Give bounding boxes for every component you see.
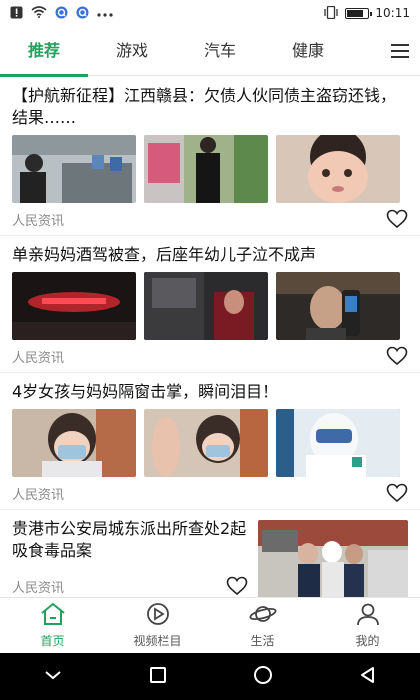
news-title[interactable]: 单亲妈妈酒驾被查，后座年幼儿子泣不成声 [12,244,408,266]
planet-icon [249,602,277,630]
battery-icon [345,7,373,19]
heart-icon[interactable] [386,483,408,503]
news-photo[interactable] [12,135,136,203]
news-item[interactable]: 贵港市公安局城东派出所查处2起吸食毒品案 人民资讯 [0,510,420,597]
chevron-down-icon[interactable] [43,667,63,686]
back-triangle-icon[interactable] [359,666,377,688]
news-source: 人民资讯 [12,213,65,229]
nav-home-label: 首页 [40,634,65,648]
q-app-icon-2 [76,6,89,21]
news-item[interactable]: 4岁女孩与妈妈隔窗击掌，瞬间泪目！ 人民资讯 [0,373,420,510]
tab-games[interactable]: 游戏 [88,26,176,76]
nav-me-label: 我的 [355,634,380,648]
news-photo[interactable] [276,409,400,477]
hamburger-menu-icon[interactable] [380,26,420,76]
clock-time: 10:11 [375,6,410,20]
heart-icon[interactable] [386,346,408,366]
bottom-navigation: 首页 视频栏目 生活 我的 [0,597,420,653]
more-dots-icon [97,7,113,19]
nav-life-label: 生活 [250,634,275,648]
news-photo[interactable] [276,135,400,203]
nav-life[interactable]: 生活 [210,598,315,653]
nav-video[interactable]: 视频栏目 [105,598,210,653]
news-source: 人民资讯 [12,350,65,366]
nav-video-label: 视频栏目 [133,634,182,648]
recent-apps-icon[interactable] [149,666,167,688]
news-source: 人民资讯 [12,487,65,503]
q-app-icon [55,6,68,21]
wifi-icon [31,6,47,20]
news-title[interactable]: 【护航新征程】江西赣县：欠债人伙同债主盗窃还钱，结果…… [12,85,408,129]
news-title[interactable]: 4岁女孩与妈妈隔窗击掌，瞬间泪目！ [12,381,408,403]
tab-cars[interactable]: 汽车 [176,26,264,76]
news-photo[interactable] [144,272,268,340]
news-photo[interactable] [258,520,408,597]
news-photo[interactable] [144,409,268,477]
tab-health[interactable]: 健康 [264,26,352,76]
news-title[interactable]: 贵港市公安局城东派出所查处2起吸食毒品案 [12,518,248,562]
tab-recommended[interactable]: 推荐 [0,26,88,77]
heart-icon[interactable] [226,576,248,596]
system-navigation-bar [0,653,420,700]
news-item[interactable]: 【护航新征程】江西赣县：欠债人伙同债主盗窃还钱，结果…… 人民资讯 [0,77,420,236]
user-icon [354,602,382,630]
news-photo[interactable] [144,135,268,203]
news-photo[interactable] [12,272,136,340]
news-photo[interactable] [276,272,400,340]
news-feed: 【护航新征程】江西赣县：欠债人伙同债主盗窃还钱，结果…… 人民资讯 单亲妈妈酒驾… [0,77,420,597]
category-tabs: 推荐 游戏 汽车 健康 [0,26,420,77]
news-photo[interactable] [12,409,136,477]
nav-home[interactable]: 首页 [0,598,105,653]
home-circle-icon[interactable] [253,665,273,689]
news-source: 人民资讯 [12,580,65,596]
video-play-icon [144,602,172,630]
status-bar: 10:11 [0,0,420,26]
alert-icon [10,6,23,21]
vibrate-icon [323,5,339,21]
nav-me[interactable]: 我的 [315,598,420,653]
heart-icon[interactable] [386,209,408,229]
home-icon [39,602,67,630]
news-item[interactable]: 单亲妈妈酒驾被查，后座年幼儿子泣不成声 人民资讯 [0,236,420,373]
